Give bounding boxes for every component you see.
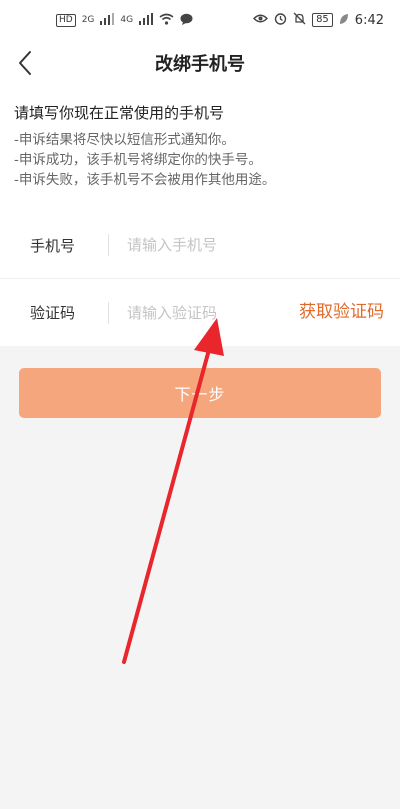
eye-icon [253, 13, 269, 27]
status-right: 85 6:42 [253, 12, 384, 28]
chat-bubble-icon [180, 13, 193, 28]
phone-row: 手机号 [0, 212, 400, 279]
notice-line: -申诉成功，该手机号将绑定你的快手号。 [14, 152, 262, 168]
hd-badge: HD [56, 13, 76, 27]
status-bar: HD 2G 4G 85 6:42 [0, 0, 400, 40]
notice-line: -申诉失败，该手机号不会被用作其他用途。 [14, 172, 276, 188]
code-label: 验证码 [30, 304, 76, 322]
wifi-icon [159, 13, 174, 28]
leaf-icon [339, 13, 349, 28]
clock-time: 6:42 [354, 12, 384, 28]
notice-title: 请填写你现在正常使用的手机号 [14, 104, 225, 122]
next-step-button[interactable]: 下一步 [19, 368, 381, 418]
phone-input[interactable] [127, 225, 400, 265]
divider [108, 301, 109, 324]
divider [108, 234, 109, 256]
alarm-clock-icon [274, 12, 287, 28]
nav-bar: 改绑手机号 [0, 40, 400, 90]
phone-label: 手机号 [30, 236, 76, 255]
phone-form: 手机号 验证码 获取验证码 [0, 212, 400, 346]
mute-bell-icon [293, 12, 306, 28]
page-title: 改绑手机号 [155, 54, 245, 75]
get-code-button[interactable]: 获取验证码 [299, 279, 384, 346]
notice-panel: 请填写你现在正常使用的手机号 -申诉结果将尽快以短信形式通知你。 -申诉成功，该… [0, 90, 400, 212]
notice-line: -申诉结果将尽快以短信形式通知你。 [14, 132, 235, 148]
battery-level: 85 [312, 13, 333, 27]
verification-code-input[interactable] [127, 292, 287, 333]
status-left: HD 2G 4G [56, 12, 193, 28]
code-row: 验证码 获取验证码 [0, 279, 400, 346]
network-2g-label: 2G [81, 15, 95, 25]
signal-icon [139, 12, 154, 28]
signal-icon [100, 12, 115, 28]
network-4g-label: 4G [120, 15, 134, 25]
